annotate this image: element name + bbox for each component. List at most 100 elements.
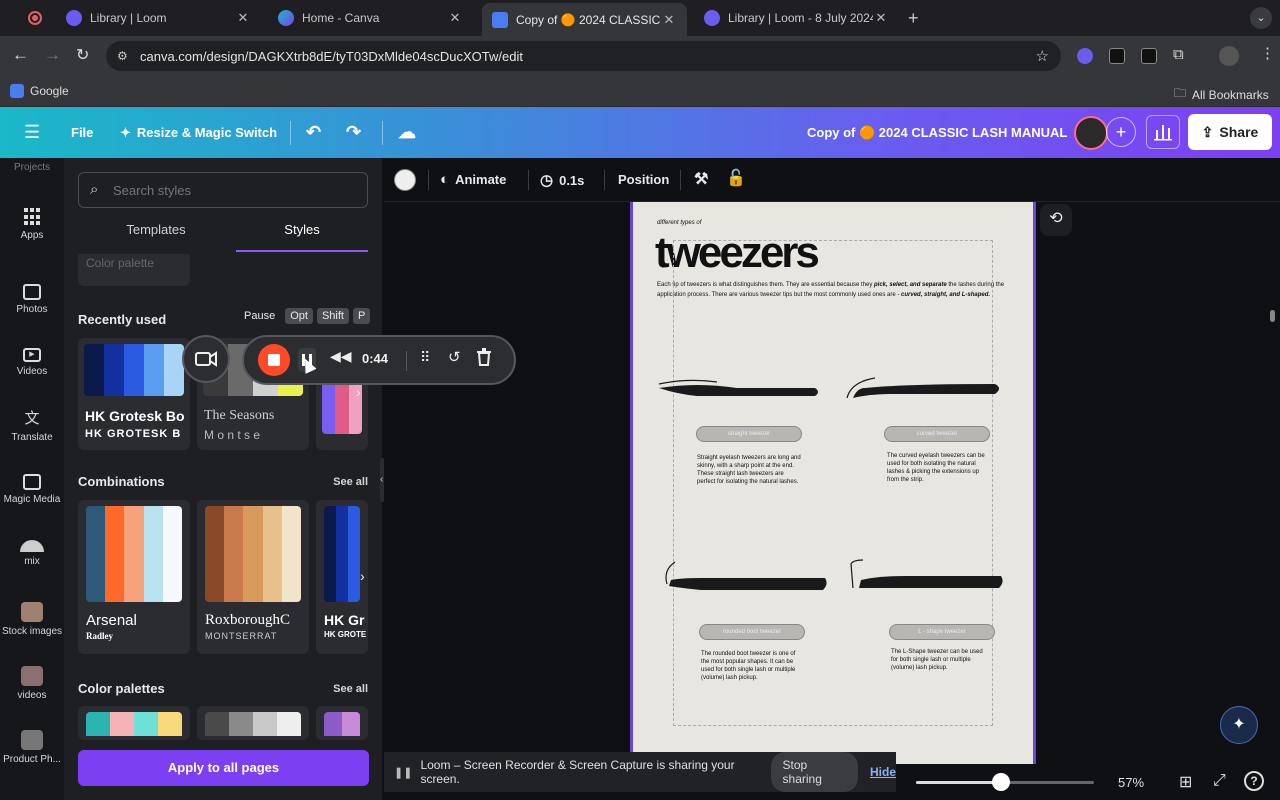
toolbar-divider	[528, 170, 529, 190]
stop-sharing-button[interactable]: Stop sharing	[770, 752, 858, 792]
tab-templates[interactable]: Templates	[90, 222, 222, 252]
key-chip: Shift	[316, 308, 349, 324]
rail-item-videos[interactable]: ▶ Videos	[0, 348, 64, 377]
close-icon[interactable]: ✕	[873, 10, 889, 26]
fullscreen-icon[interactable]: ⤢	[1213, 772, 1226, 790]
rail-item-videos-folder[interactable]: videos	[0, 666, 64, 701]
duration-button[interactable]: ◷ 0.1s	[540, 171, 584, 189]
paint-roller-icon[interactable]: ⚒	[694, 169, 708, 189]
delete-recording-icon[interactable]	[476, 348, 492, 366]
vertical-scrollbar[interactable]	[1270, 310, 1275, 322]
forward-icon[interactable]: →	[44, 45, 61, 65]
extension-icon[interactable]	[1141, 48, 1157, 64]
style-card[interactable]: HK Grotesk Bo HK GROTESK B	[78, 338, 190, 450]
extension-loom-icon[interactable]	[1077, 48, 1093, 64]
mix-icon	[20, 540, 44, 552]
tab-search-button[interactable]: ⌄	[1250, 7, 1272, 29]
tab-lash-manual[interactable]: Copy of 🟠 2024 CLASSIC LA ✕	[482, 3, 687, 36]
combination-card[interactable]: Arsenal Radley	[78, 500, 190, 654]
scroll-right-icon[interactable]: ›	[356, 384, 361, 400]
drag-handle-icon[interactable]: ⠿	[420, 349, 430, 366]
rewind-button[interactable]: ◀◀	[330, 348, 352, 365]
rail-item-mix[interactable]: mix	[0, 540, 64, 567]
camera-icon	[195, 351, 217, 367]
magic-assistant-button[interactable]: ✦	[1220, 706, 1258, 744]
stop-recording-button[interactable]	[258, 344, 290, 376]
bookmark-star-icon[interactable]: ☆	[1036, 47, 1049, 65]
loom-icon	[704, 10, 720, 26]
hide-button[interactable]: Hide	[870, 765, 896, 779]
file-menu-button[interactable]: File	[71, 107, 93, 158]
palette-card[interactable]	[78, 706, 190, 740]
scroll-right-icon[interactable]: ›	[360, 568, 365, 584]
rail-item-stock-images[interactable]: Stock images	[0, 602, 64, 637]
refresh-comment-button[interactable]: ⟲	[1040, 204, 1072, 236]
collaborator-avatar[interactable]	[1074, 116, 1108, 150]
close-icon[interactable]: ✕	[447, 10, 463, 26]
palette-card[interactable]	[197, 706, 309, 740]
bookmark-label: Google	[30, 84, 69, 98]
rail-item-product-photo[interactable]: Product Ph...	[0, 730, 64, 765]
help-button[interactable]: ?	[1244, 771, 1264, 791]
animate-button[interactable]: ◐ Animate	[440, 171, 506, 188]
translate-icon: 文	[24, 410, 40, 427]
lock-icon[interactable]: 🔓	[726, 168, 746, 188]
share-button[interactable]: ⇪ Share	[1188, 114, 1272, 150]
cloud-saved-icon[interactable]: ☁	[398, 107, 416, 158]
tweezer-description: The L-Shape tweezer can be used for both…	[891, 649, 983, 671]
combinations-see-all[interactable]: See all	[333, 476, 368, 488]
restart-icon[interactable]: ↺	[448, 348, 461, 366]
search-styles-input[interactable]	[78, 172, 368, 208]
tab-styles[interactable]: Styles	[236, 222, 368, 252]
site-settings-icon[interactable]: ⚙	[117, 49, 128, 63]
grid-view-icon[interactable]: ⊞	[1179, 772, 1192, 792]
redo-icon[interactable]: ↷	[346, 107, 361, 158]
browser-menu-icon[interactable]: ⋮	[1260, 44, 1275, 62]
design-page[interactable]: different types of tweezers Each tip of …	[630, 202, 1036, 767]
reload-icon[interactable]: ↻	[76, 45, 89, 65]
extensions-puzzle-icon[interactable]: ⧉	[1173, 46, 1184, 63]
palette-card[interactable]	[316, 706, 368, 740]
apps-icon	[24, 208, 40, 226]
rail-item-projects[interactable]: Projects	[0, 162, 64, 173]
resize-magic-switch-button[interactable]: ✦ Resize & Magic Switch	[120, 107, 277, 158]
loom-icon	[66, 10, 82, 26]
profile-avatar[interactable]	[1219, 46, 1239, 66]
add-collaborator-button[interactable]: +	[1106, 117, 1136, 147]
position-button[interactable]: Position	[618, 172, 669, 187]
hamburger-menu-icon[interactable]: ☰	[24, 107, 40, 158]
tab-library-loom[interactable]: Library | Loom ✕	[56, 4, 261, 32]
color-palettes-see-all[interactable]: See all	[333, 683, 368, 695]
insights-button[interactable]	[1146, 115, 1180, 149]
tweezer-description: The rounded boot tweezer is one of the m…	[701, 651, 796, 681]
rail-item-magic-media[interactable]: Magic Media	[0, 474, 64, 505]
rail-item-photos[interactable]: Photos	[0, 284, 64, 315]
tweezer-description: The curved eyelash tweezers can be used …	[887, 453, 985, 483]
zoom-slider-thumb[interactable]	[992, 773, 1011, 791]
tab-home-canva[interactable]: Home - Canva ✕	[268, 4, 473, 32]
close-icon[interactable]: ✕	[661, 12, 677, 28]
new-tab-button[interactable]: +	[908, 8, 919, 29]
extension-icon[interactable]	[1109, 48, 1125, 64]
tab-label: Library | Loom - 8 July 2024	[728, 11, 873, 25]
zoom-level[interactable]: 57%	[1118, 775, 1144, 790]
loom-camera-button[interactable]	[182, 335, 230, 383]
animate-label: Animate	[455, 172, 507, 187]
back-icon[interactable]: ←	[12, 45, 29, 65]
rail-item-apps[interactable]: Apps	[0, 208, 64, 241]
rail-item-translate[interactable]: 文 Translate	[0, 410, 64, 443]
rail-label: Projects	[13, 162, 51, 173]
apply-to-all-pages-button[interactable]: Apply to all pages	[78, 750, 369, 786]
tab-label: Library | Loom	[90, 11, 167, 25]
undo-icon[interactable]: ↶	[306, 107, 321, 158]
card-title: HK Gr	[324, 612, 365, 628]
tab-library-loom-july[interactable]: Library | Loom - 8 July 2024 ✕	[694, 4, 899, 32]
url-field[interactable]: ⚙ canva.com/design/DAGKXtrb8dE/tyT03DxMl…	[106, 41, 1061, 71]
document-title[interactable]: Copy of 🟠 2024 CLASSIC LASH MANUAL	[807, 107, 1067, 158]
combination-card[interactable]: RoxboroughC MONTSERRAT	[197, 500, 309, 654]
bookmark-google[interactable]: Google	[10, 84, 69, 98]
color-picker-button[interactable]	[394, 169, 416, 191]
styles-panel: ⌕ Templates Styles Color palette Recentl…	[64, 158, 390, 800]
close-icon[interactable]: ✕	[235, 10, 251, 26]
all-bookmarks[interactable]: 🗀 All Bookmarks	[1174, 84, 1269, 105]
